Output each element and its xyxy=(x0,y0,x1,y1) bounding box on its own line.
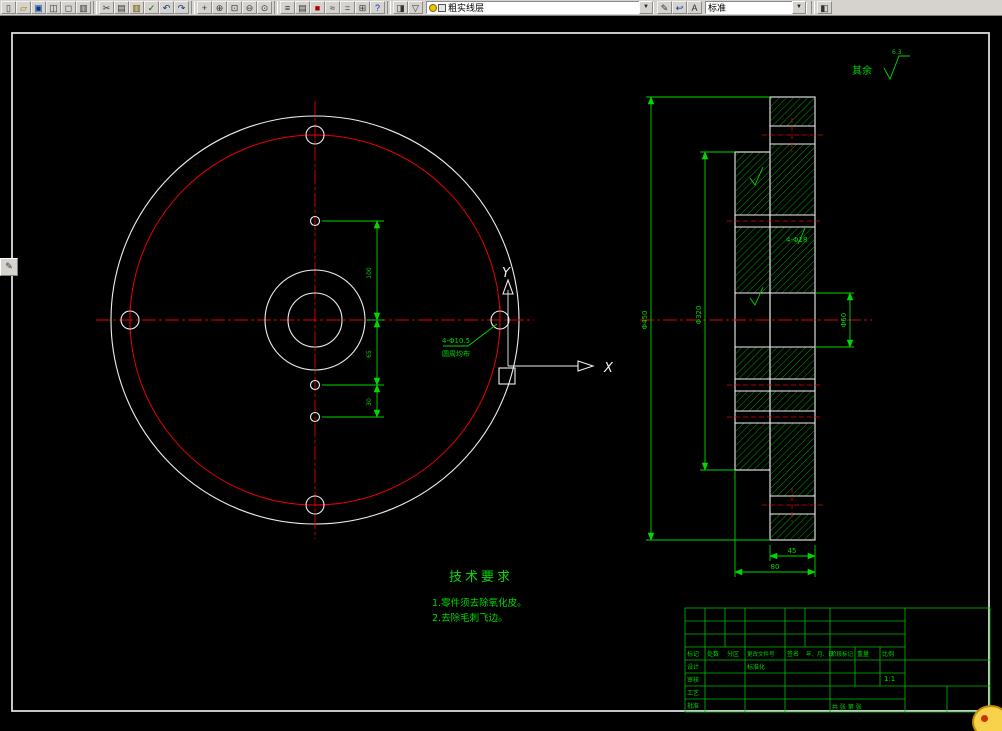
toolbar-separator xyxy=(274,1,278,14)
layer-combo[interactable]: 粗实线层 ▼ xyxy=(426,1,654,14)
dim-label: Φ450 xyxy=(641,311,649,330)
dim-label: Φ320 xyxy=(695,306,703,325)
layer-states-icon[interactable]: ◨ xyxy=(393,1,408,14)
toolbar-separator xyxy=(191,1,195,14)
zoom-toolbar-group: + ⊕ ⊡ ⊖ ⊙ xyxy=(197,1,272,14)
ucs-y-label: Y xyxy=(502,266,511,281)
tb-mark: 标记 xyxy=(687,650,699,658)
tb-design: 设计 xyxy=(687,663,699,671)
text-style-icon[interactable]: A xyxy=(687,1,702,14)
zoom-extents-icon[interactable]: ⊙ xyxy=(257,1,272,14)
layer-properties-icon[interactable]: ▤ xyxy=(295,1,310,14)
layer-filter-icon[interactable]: ▽ xyxy=(408,1,423,14)
new-icon[interactable]: ▯ xyxy=(1,1,16,14)
layer-previous-icon[interactable]: ↩ xyxy=(672,1,687,14)
cut-icon[interactable]: ✂ xyxy=(99,1,114,14)
layer-status-icons xyxy=(427,3,446,12)
tb-approve: 批准 xyxy=(687,702,699,710)
object-toolbar-group: ≡ ▤ ■ ≈ = ⊞? xyxy=(280,1,385,14)
lineweight-icon[interactable]: = xyxy=(340,1,355,14)
style-combo[interactable]: 标准 ▼ xyxy=(705,1,807,14)
dim-label: 30 xyxy=(366,398,373,406)
help-icon[interactable]: ? xyxy=(370,1,385,14)
match-properties-icon[interactable]: ✓ xyxy=(144,1,159,14)
toolbar-separator xyxy=(811,1,815,14)
dim-label: 45 xyxy=(788,547,797,555)
tb-count: 处数 xyxy=(707,650,719,658)
cad-app-window: ▯ ▱ ▣ ◫ ◻ ▥ ✂ ▤ ▥ ✓ ↶ ↷ + ⊕ ⊡ ⊖ ⊙ ≡ ▤ ■ ≈ = ⊞? ◨ ▽ 粗实线层 ▼ ✎ ↩… xyxy=(0,0,1002,731)
main-toolbar: ▯ ▱ ▣ ◫ ◻ ▥ ✂ ▤ ▥ ✓ ↶ ↷ + ⊕ ⊡ ⊖ ⊙ ≡ ▤ ■ ≈ = ⊞? ◨ ▽ 粗实线层 ▼ ✎ ↩… xyxy=(0,0,1002,16)
section-view: Φ450 Φ320 Φ60 4-Φ18 45 80 xyxy=(640,96,872,577)
redo-icon[interactable]: ↷ xyxy=(174,1,189,14)
hole-note-line2: 圆周均布 xyxy=(442,349,470,358)
section-hatch xyxy=(736,98,814,539)
surface-finish-note: 其余 6.3 xyxy=(852,49,910,81)
tb-stage: 阶段标记 xyxy=(831,650,854,658)
tb-scale-value: 1:1 xyxy=(884,675,895,683)
dim-label: Φ60 xyxy=(840,313,848,327)
style-combo-dropdown-icon[interactable]: ▼ xyxy=(792,1,806,14)
plot-preview-icon[interactable]: ◻ xyxy=(61,1,76,14)
linetype-icon[interactable]: ≈ xyxy=(325,1,340,14)
pan-icon[interactable]: + xyxy=(197,1,212,14)
layers-icon[interactable]: ≡ xyxy=(280,1,295,14)
plot-icon[interactable]: ◫ xyxy=(46,1,61,14)
copy-icon[interactable]: ▤ xyxy=(114,1,129,14)
hole-note-line1: 4-Φ10.5 xyxy=(442,337,470,345)
tb-sign: 签名 xyxy=(787,650,799,658)
properties-palette-icon[interactable]: ◧ xyxy=(817,1,832,14)
drawing-canvas[interactable]: 100 65 30 4-Φ10.5 圆周均布 Y X Φ450 Φ320 Φ60… xyxy=(0,16,1002,731)
dim-label: 100 xyxy=(366,267,373,279)
ucs-x-label: X xyxy=(603,361,614,376)
tb-standard: 标准化 xyxy=(747,663,765,671)
layer2-toolbar-group: ✎ ↩ A xyxy=(657,1,702,14)
table-icon[interactable]: ⊞ xyxy=(355,1,370,14)
drawing-sheet: 100 65 30 4-Φ10.5 圆周均布 Y X Φ450 Φ320 Φ60… xyxy=(11,32,991,713)
tb-sheets: 共 张 第 张 xyxy=(832,703,862,711)
dim-label: 65 xyxy=(366,350,373,358)
zoom-previous-icon[interactable]: ⊖ xyxy=(242,1,257,14)
layer-combo-dropdown-icon[interactable]: ▼ xyxy=(639,1,653,14)
paste-icon[interactable]: ▥ xyxy=(129,1,144,14)
tb-check: 审核 xyxy=(687,676,699,684)
zoom-window-icon[interactable]: ⊡ xyxy=(227,1,242,14)
style-combo-value: 标准 xyxy=(708,3,727,13)
tb-change-no: 更改文件号 xyxy=(747,650,775,658)
toolbar-separator xyxy=(93,1,97,14)
layer-on-icon xyxy=(429,3,437,12)
docked-toolbar-button[interactable]: ✎ xyxy=(0,258,18,276)
publish-icon[interactable]: ▥ xyxy=(76,1,91,14)
tb-zone: 分区 xyxy=(727,650,739,658)
layer-color-swatch xyxy=(438,3,446,12)
surface-prefix: 其余 xyxy=(852,64,872,77)
open-icon[interactable]: ▱ xyxy=(16,1,31,14)
right-toolbar-group: ◧ xyxy=(817,1,832,14)
save-icon[interactable]: ▣ xyxy=(31,1,46,14)
layer-combo-value: 粗实线层 xyxy=(448,3,485,13)
front-view: 100 65 30 4-Φ10.5 圆周均布 xyxy=(96,101,534,539)
file-toolbar-group: ▯ ▱ ▣ ◫ ◻ ▥ xyxy=(1,1,91,14)
tray-balloon-dot xyxy=(981,715,988,722)
undo-icon[interactable]: ↶ xyxy=(159,1,174,14)
layer-tools-group: ◨ ▽ xyxy=(393,1,423,14)
dim-label: 80 xyxy=(771,563,780,571)
color-control-icon[interactable]: ■ xyxy=(310,1,325,14)
tech-item-1: 1.零件须去除氧化皮。 xyxy=(432,597,527,609)
tb-process: 工艺 xyxy=(687,689,699,697)
tech-item-2: 2.去除毛刺飞边。 xyxy=(432,612,508,624)
section-hole-note: 4-Φ18 xyxy=(786,236,807,244)
tb-weight: 重量 xyxy=(857,650,869,658)
make-object-layer-icon[interactable]: ✎ xyxy=(657,1,672,14)
toolbar-separator xyxy=(387,1,391,14)
tech-requirements: 技术要求 1.零件须去除氧化皮。 2.去除毛刺飞边。 xyxy=(432,570,527,624)
tb-date: 年、月、日 xyxy=(806,650,834,658)
title-block: 标记 处数 分区 更改文件号 签名 年、月、日 设计 标准化 审核 工艺 批准 … xyxy=(684,607,991,713)
sheet-frame xyxy=(11,32,990,712)
surface-value: 6.3 xyxy=(892,49,902,56)
zoom-realtime-icon[interactable]: ⊕ xyxy=(212,1,227,14)
tech-title: 技术要求 xyxy=(449,570,513,585)
edit-toolbar-group: ✂ ▤ ▥ ✓ ↶ ↷ xyxy=(99,1,189,14)
tb-scale: 比例 xyxy=(882,650,894,658)
